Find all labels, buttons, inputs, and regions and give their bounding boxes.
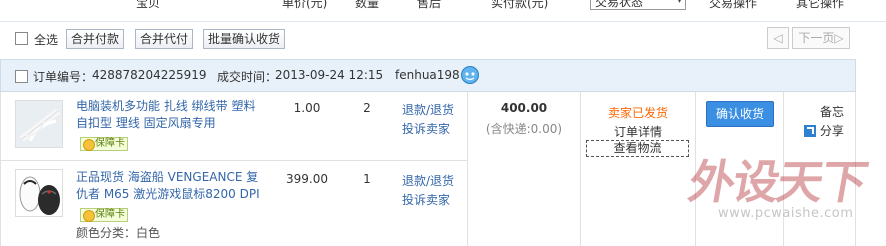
column-header: 宝贝 单价(元) 数量 售后 实付款(元) 交易状态 交易操作 其它操作 — [0, 0, 886, 22]
order-status: 卖家已发货 — [607, 106, 668, 120]
order-number: 428878204225919 — [92, 68, 207, 82]
order-total: 400.00 — [500, 101, 548, 115]
col-divider — [467, 92, 468, 246]
status-filter-select[interactable]: 交易状态 — [590, 0, 686, 10]
share-link[interactable]: 分享 — [804, 122, 844, 139]
select-all-label: 全选 — [34, 33, 59, 47]
product-title-link[interactable]: 正品现货 海盗船 VENGEANCE 复仇者 M65 激光游戏鼠标8200 DP… — [76, 169, 261, 203]
item-price: 399.00 — [286, 172, 328, 186]
merge-pay-button[interactable]: 合并付款 — [66, 29, 125, 49]
confirm-receipt-button[interactable]: 确认收货 — [706, 101, 774, 127]
complain-link[interactable]: 投诉卖家 — [402, 120, 450, 137]
status-filter-value: 交易状态 — [595, 0, 644, 9]
guarantee-badge[interactable]: 保障卡 — [80, 137, 128, 151]
order-number-label: 订单编号： — [33, 70, 94, 84]
order-time: 2013-09-24 12:15 — [275, 68, 384, 82]
guarantee-badge[interactable]: 保障卡 — [80, 208, 128, 222]
product-thumbnail[interactable] — [15, 169, 63, 217]
item-qty: 2 — [363, 101, 371, 115]
item-price: 1.00 — [293, 101, 321, 115]
shipping-note: (含快递:0.00) — [485, 122, 563, 136]
col-qty: 数量 — [355, 0, 380, 10]
select-all-checkbox[interactable] — [15, 32, 28, 45]
col-other: 其它操作 — [796, 0, 845, 10]
order-header: 订单编号： 428878204225919 成交时间： 2013-09-24 1… — [0, 59, 856, 92]
item-qty: 1 — [363, 172, 371, 186]
product-thumbnail[interactable] — [15, 100, 63, 148]
memo-link[interactable]: 备忘 — [820, 103, 844, 120]
list-item: 电脑装机多功能 扎线 绑线带 塑料自扣型 理线 固定风扇专用 保障卡 1.00 … — [0, 92, 467, 160]
share-icon — [804, 125, 816, 137]
product-title-link[interactable]: 电脑装机多功能 扎线 绑线带 塑料自扣型 理线 固定风扇专用 — [76, 98, 266, 132]
view-logistics-link[interactable]: 查看物流 — [586, 140, 689, 157]
next-page-button[interactable]: 下一页▷ — [792, 27, 850, 49]
watermark-logo: 外设天下 — [684, 155, 871, 209]
order-time-label: 成交时间： — [217, 70, 278, 84]
watermark-url: www.pcwaishe.com — [718, 206, 854, 221]
prev-page-button[interactable]: ◁ — [767, 27, 789, 49]
col-paid: 实付款(元) — [491, 0, 549, 10]
batch-confirm-button[interactable]: 批量确认收货 — [203, 29, 286, 49]
col-price: 单价(元) — [282, 0, 328, 10]
refund-link[interactable]: 退款/退货 — [402, 172, 454, 189]
col-ops: 交易操作 — [709, 0, 758, 10]
item-variant: 颜色分类：白色 — [76, 226, 161, 240]
col-after-sale: 售后 — [417, 0, 442, 10]
seller-link[interactable]: fenhua198 — [395, 68, 460, 82]
aliwangwang-icon[interactable] — [460, 65, 480, 88]
list-item: 正品现货 海盗船 VENGEANCE 复仇者 M65 激光游戏鼠标8200 DP… — [0, 161, 467, 246]
refund-link[interactable]: 退款/退货 — [402, 101, 454, 118]
order-checkbox[interactable] — [15, 70, 28, 83]
merge-proxy-pay-button[interactable]: 合并代付 — [135, 29, 194, 49]
toolbar: 全选 合并付款 合并代付 批量确认收货 ◁ 下一页▷ — [0, 22, 886, 58]
share-label: 分享 — [819, 124, 844, 138]
order-detail-link[interactable]: 订单详情 — [581, 123, 695, 140]
complain-link[interactable]: 投诉卖家 — [402, 191, 450, 208]
col-product: 宝贝 — [136, 0, 161, 10]
